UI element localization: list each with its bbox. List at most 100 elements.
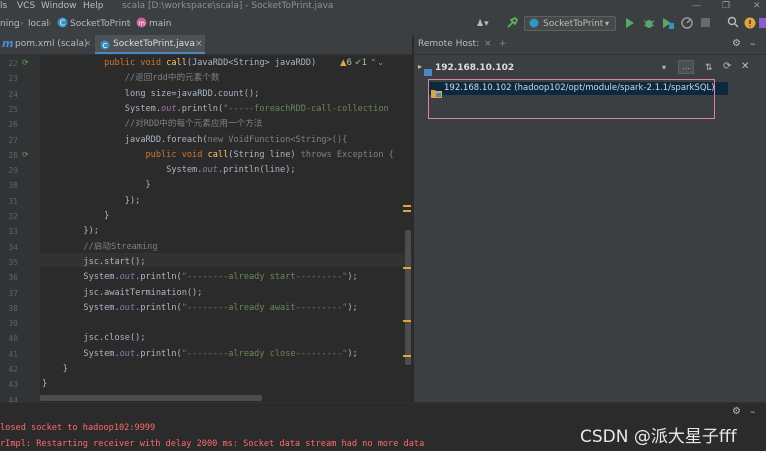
tab-pom-xml[interactable]: m pom.xml (scala) × [0,35,92,54]
close-icon[interactable]: ✕ [741,61,749,73]
code-line: System.out.println("--------already star… [42,270,357,285]
hide-panel-icon[interactable]: – [750,38,756,50]
chevron-right-icon: ▸ [418,62,423,71]
breadcrumb-method[interactable]: main [149,18,172,30]
code-token: long size=javaRDD.count(); [124,88,260,99]
code-token: } [104,211,110,221]
code-token: .println( [176,103,224,114]
menu-item-vcs[interactable]: VCS [17,0,35,12]
warning-marker[interactable] [403,355,411,357]
line-number: 34 [8,242,18,252]
menu-bar: ls VCS Window Help scala [D:\workspace\s… [0,0,766,13]
close-window-icon[interactable]: ✕ [753,0,761,12]
warning-marker[interactable] [403,210,411,212]
menu-item-help[interactable]: Help [83,0,104,12]
code-line: } [42,209,109,224]
run-icon[interactable] [625,17,635,33]
close-tab-icon[interactable]: × [84,35,92,53]
warning-count: 6 [346,58,352,68]
browse-button[interactable]: ... [678,60,694,74]
window-title: scala [D:\workspace\scala] - SocketToPri… [122,1,334,11]
breadcrumb-class[interactable]: SocketToPrint [70,18,130,30]
add-tab-icon[interactable]: + [499,38,507,50]
chevron-right-icon: › [48,19,52,29]
code-token: //返回rdd中的元素个数 [124,73,220,84]
warning-marker[interactable] [403,267,411,269]
search-icon[interactable] [727,16,739,32]
user-icon[interactable]: ♟▾ [476,18,489,30]
gear-icon[interactable]: ⚙ [732,38,741,50]
chevron-up-icon[interactable]: ⌃ [370,58,377,68]
menu-item-file[interactable]: ls [0,0,7,12]
hide-panel-icon[interactable]: – [750,406,756,418]
coverage-icon[interactable] [662,17,674,33]
code-token: public void [145,149,208,160]
stop-icon[interactable] [700,17,711,32]
warning-marker[interactable] [403,205,411,207]
host-selector[interactable]: 192.168.10.102 [435,62,514,74]
refresh-icon[interactable]: ⟳ [723,61,731,73]
code-token: System. [83,272,120,283]
code-line: System.out.println("--------already clos… [42,347,357,362]
run-configuration-select[interactable]: SocketToPrint ▾ [524,16,616,31]
horizontal-scrollbar[interactable] [40,395,262,401]
svg-text:m: m [138,20,145,28]
code-token: throws Exception { [300,149,394,160]
svg-text:C: C [60,19,66,28]
code-line: }); [42,194,141,209]
warning-marker[interactable] [403,320,411,322]
line-number: 41 [8,349,18,359]
chevron-down-icon[interactable]: ⌄ [377,58,384,68]
line-number: 30 [8,181,18,191]
close-tab-icon[interactable]: × [195,35,203,53]
override-marker-icon[interactable]: ⟳ [22,58,29,67]
code-token: System. [83,348,120,359]
code-line: //启动Streaming [42,240,158,255]
code-line: //返回rdd中的元素个数 [42,71,220,86]
line-number: 24 [8,89,18,99]
breadcrumb-module[interactable]: ning [0,18,20,30]
remote-host-tab[interactable]: Remote Host: [418,38,479,50]
line-number: 29 [8,166,18,176]
line-number: 37 [8,288,18,298]
minimize-icon[interactable]: — [692,0,701,12]
code-line: } [42,178,151,193]
tab-sockettoprint-java[interactable]: C SocketToPrint.java × [95,35,205,54]
debug-icon[interactable] [643,17,655,33]
restore-icon[interactable]: ❐ [722,0,730,12]
code-editor[interactable]: 22 public void call(JavaRDD<String> java… [0,55,412,402]
close-tab-icon[interactable]: × [484,38,492,50]
build-hammer-icon[interactable] [506,17,518,33]
collapse-all-icon[interactable]: ⇅ [705,62,713,74]
profile-icon[interactable] [681,17,693,33]
code-token: call [166,58,187,68]
chevron-down-icon[interactable]: ▾ [662,62,666,74]
inspection-widget[interactable]: ▲6 ✔1 ⌃⌄ [340,58,384,68]
code-token: .println(line); [217,165,296,176]
update-icon[interactable] [744,17,756,33]
code-line: }); [42,224,99,239]
gear-icon[interactable]: ⚙ [732,406,741,418]
chevron-right-icon: › [20,19,24,29]
code-token: javaRDD.foreach( [124,134,208,145]
code-token: "--------already start---------" [181,272,348,283]
code-token: } [145,180,151,191]
code-token: //启动Streaming [83,241,158,252]
code-line: jsc.start(); [42,255,145,270]
menu-item-window[interactable]: Window [41,0,77,12]
vertical-scrollbar[interactable] [405,230,411,365]
breadcrumb-package[interactable]: local [28,18,49,30]
override-marker-icon[interactable]: ⟳ [22,150,29,159]
